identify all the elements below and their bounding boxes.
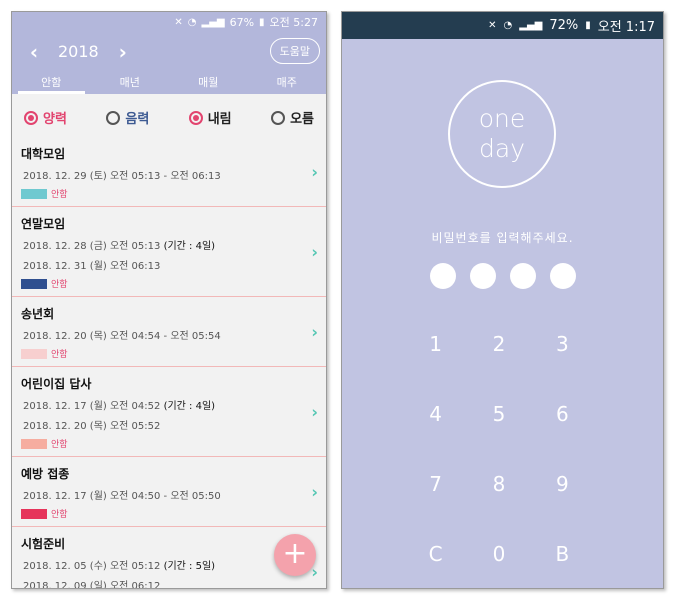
color-swatch: [21, 188, 47, 199]
event-period: (기간 : 5일): [163, 561, 216, 572]
app-logo: one day: [448, 80, 556, 188]
tab-weekly[interactable]: 매주: [248, 71, 327, 94]
chevron-right-icon: ›: [311, 242, 318, 261]
color-swatch: [21, 438, 47, 449]
signal-icon: ▂▄▆: [519, 20, 543, 31]
color-swatch: [21, 278, 47, 289]
keypad-key[interactable]: B: [531, 542, 594, 566]
clock: 오전 1:17: [597, 20, 655, 35]
keypad-key[interactable]: 8: [467, 472, 530, 496]
pin-dot: [550, 263, 576, 289]
event-title: 연말모임: [21, 217, 66, 231]
radio-ascending[interactable]: 오름: [271, 108, 314, 127]
year-label: 2018: [58, 42, 99, 61]
wifi-icon: ◔: [187, 16, 197, 28]
pin-dot: [510, 263, 536, 289]
radio-solar[interactable]: 양력: [24, 108, 67, 127]
keypad-key[interactable]: 0: [467, 542, 530, 566]
tab-monthly[interactable]: 매월: [169, 71, 248, 94]
chevron-right-icon: ›: [311, 402, 318, 421]
event-date: 2018. 12. 17 (월) 오전 04:50 - 오전 05:50: [23, 491, 221, 502]
color-swatch: [21, 508, 47, 519]
repeat-tabs: 안함 매년 매월 매주: [12, 71, 326, 94]
clock: 오전 5:27: [269, 16, 318, 29]
signal-icon: ▂▄▆: [201, 16, 225, 28]
battery-level: 67%: [229, 15, 255, 29]
add-event-button[interactable]: +: [274, 534, 316, 576]
battery-icon: ▮: [585, 20, 591, 31]
event-date: 2018. 12. 29 (토) 오전 05:13 - 오전 06:13: [23, 171, 221, 182]
keypad-key[interactable]: 9: [531, 472, 594, 496]
pin-dot: [470, 263, 496, 289]
event-date: 2018. 12. 31 (월) 오전 06:13: [23, 261, 161, 272]
event-period: (기간 : 4일): [163, 401, 216, 412]
event-title: 예방 접종: [21, 467, 70, 481]
mute-icon: ✕: [174, 16, 183, 28]
number-keypad: 123 456 789 C0B: [404, 332, 594, 566]
event-title: 송년회: [21, 307, 55, 321]
repeat-tag: 안함: [51, 280, 68, 290]
event-title: 대학모임: [21, 147, 66, 161]
status-bar: ✕ ◔ ▂▄▆ 67% ▮ 오전 5:27: [12, 12, 326, 32]
keypad-key[interactable]: 5: [467, 402, 530, 426]
keypad-key[interactable]: 2: [467, 332, 530, 356]
event-row[interactable]: 대학모임 2018. 12. 29 (토) 오전 05:13 - 오전 06:13…: [12, 137, 326, 207]
year-header: ‹ 2018 › 도움말: [12, 32, 326, 71]
status-bar: ✕ ◔ ▂▄▆ 72% ▮ 오전 1:17: [342, 12, 663, 39]
chevron-left-icon[interactable]: ‹: [24, 40, 44, 64]
event-row[interactable]: 예방 접종 2018. 12. 17 (월) 오전 04:50 - 오전 05:5…: [12, 457, 326, 527]
radio-checked-icon: [24, 110, 38, 125]
keypad-key[interactable]: 7: [404, 472, 467, 496]
keypad-key[interactable]: 3: [531, 332, 594, 356]
password-prompt: 비밀번호를 입력해주세요.: [431, 231, 574, 245]
event-date: 2018. 12. 17 (월) 오전 04:52 (기간 : 4일): [23, 401, 216, 412]
radio-unchecked-icon: [271, 110, 286, 125]
filter-radios: 양력 음력 내림 오름: [12, 94, 326, 137]
chevron-right-icon: ›: [311, 482, 318, 501]
repeat-tag: 안함: [51, 510, 68, 520]
event-date: 2018. 12. 20 (목) 오전 04:54 - 오전 05:54: [23, 331, 221, 342]
event-row[interactable]: 어린이집 답사 2018. 12. 17 (월) 오전 04:52 (기간 : 4…: [12, 367, 326, 457]
battery-level: 72%: [549, 18, 579, 33]
event-date: 2018. 12. 20 (목) 오전 05:52: [23, 421, 161, 432]
keypad-key[interactable]: 4: [404, 402, 467, 426]
wifi-icon: ◔: [503, 20, 513, 31]
help-button[interactable]: 도움말: [269, 38, 320, 64]
pin-dot: [430, 263, 456, 289]
event-list: 대학모임 2018. 12. 29 (토) 오전 05:13 - 오전 06:13…: [12, 137, 326, 589]
keypad-key[interactable]: 1: [404, 332, 467, 356]
chevron-right-icon[interactable]: ›: [113, 40, 133, 64]
chevron-right-icon: ›: [311, 322, 318, 341]
battery-icon: ▮: [259, 16, 265, 28]
mute-icon: ✕: [488, 20, 497, 31]
radio-lunar[interactable]: 음력: [106, 108, 149, 127]
radio-unchecked-icon: [106, 110, 121, 125]
event-date: 2018. 12. 28 (금) 오전 05:13 (기간 : 4일): [23, 241, 216, 252]
repeat-tag: 안함: [51, 190, 68, 200]
event-row[interactable]: 연말모임 2018. 12. 28 (금) 오전 05:13 (기간 : 4일) 2…: [12, 207, 326, 297]
event-date: 2018. 12. 09 (일) 오전 06:12: [23, 581, 161, 589]
repeat-tag: 안함: [51, 350, 68, 360]
tab-yearly[interactable]: 매년: [91, 71, 170, 94]
radio-checked-icon: [188, 110, 203, 125]
radio-descending[interactable]: 내림: [188, 108, 232, 127]
event-row[interactable]: 송년회 2018. 12. 20 (목) 오전 04:54 - 오전 05:54 안…: [12, 297, 326, 367]
chevron-right-icon: ›: [311, 162, 318, 181]
calendar-screen: ✕ ◔ ▂▄▆ 67% ▮ 오전 5:27 ‹ 2018 › 도움말 안함 매년…: [11, 11, 327, 589]
pin-indicator: [430, 263, 576, 289]
event-title: 시험준비: [21, 537, 66, 551]
event-title: 어린이집 답사: [21, 377, 92, 391]
event-period: (기간 : 4일): [163, 241, 216, 252]
keypad-key[interactable]: C: [404, 542, 467, 566]
tab-none[interactable]: 안함: [12, 71, 91, 94]
keypad-key[interactable]: 6: [531, 402, 594, 426]
lock-screen: ✕ ◔ ▂▄▆ 72% ▮ 오전 1:17 one day 비밀번호를 입력해주…: [341, 11, 664, 589]
repeat-tag: 안함: [51, 440, 68, 450]
color-swatch: [21, 348, 47, 359]
